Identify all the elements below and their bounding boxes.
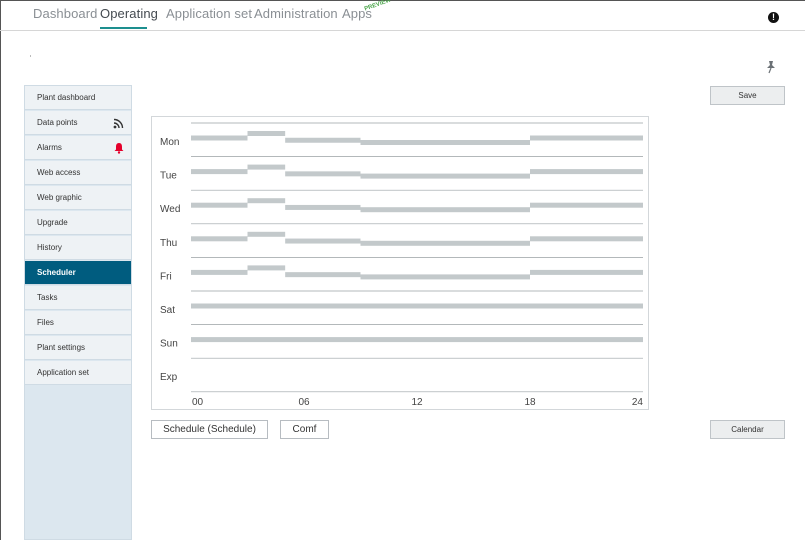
- schedule-bar: [530, 135, 643, 141]
- sidebar-item-upgrade[interactable]: Upgrade: [25, 211, 131, 235]
- pin-icon[interactable]: [765, 60, 777, 74]
- calendar-button[interactable]: Calendar: [710, 420, 785, 439]
- sidebar-item-web-access[interactable]: Web access: [25, 161, 131, 185]
- schedule-bar: [360, 207, 530, 213]
- sidebar: Plant dashboard Data points Alarms Web a…: [24, 85, 132, 540]
- schedule-bar: [191, 337, 643, 343]
- day-label: Wed: [160, 204, 180, 215]
- schedule-bar: [285, 204, 361, 210]
- sidebar-item-label: Tasks: [37, 293, 58, 302]
- x-tick-label: 24: [632, 397, 644, 408]
- schedule-chart-svg: Mon Tue Wed Thu Fri Sat Sun Exp 00 06 12 18 24: [160, 122, 644, 408]
- x-tick-label: 06: [298, 397, 310, 408]
- sidebar-item-label: Upgrade: [37, 218, 68, 227]
- sidebar-item-label: Files: [37, 318, 54, 327]
- sidebar-item-label: Scheduler: [37, 268, 76, 277]
- day-label: Thu: [160, 238, 177, 249]
- schedule-bar: [191, 269, 248, 275]
- schedule-bar: [191, 169, 248, 175]
- schedule-bar: [285, 137, 361, 143]
- sidebar-item-label: Web access: [37, 168, 81, 177]
- schedule-bar: [285, 171, 361, 177]
- schedule-bar: [360, 274, 530, 280]
- sidebar-item-label: Plant settings: [37, 343, 86, 352]
- schedule-bar: [191, 135, 248, 141]
- x-tick-label: 18: [524, 397, 536, 408]
- schedule-bar: [247, 231, 286, 237]
- sidebar-item-label: Data points: [37, 118, 78, 127]
- schedule-bar: [530, 236, 643, 242]
- schedule-bar: [247, 265, 286, 271]
- nav-dashboard[interactable]: Dashboard: [33, 6, 98, 21]
- nav-administration[interactable]: Administration: [254, 6, 338, 21]
- schedule-bar: [360, 140, 530, 145]
- schedule-bar: [191, 303, 643, 309]
- schedule-bar: [247, 198, 286, 204]
- sidebar-item-label: Plant dashboard: [37, 93, 96, 102]
- day-label: Sun: [160, 339, 178, 350]
- day-label: Fri: [160, 271, 172, 282]
- comf-button[interactable]: Comf: [280, 420, 329, 439]
- x-tick-label: 12: [411, 397, 423, 408]
- top-navigation: Dashboard Operating Application set Admi…: [0, 0, 805, 31]
- sidebar-item-alarms[interactable]: Alarms: [25, 136, 131, 160]
- sidebar-item-plant-dashboard[interactable]: Plant dashboard: [25, 86, 131, 110]
- sidebar-item-plant-settings[interactable]: Plant settings: [25, 336, 131, 360]
- schedule-bar: [530, 202, 643, 208]
- sidebar-item-label: Application set: [37, 368, 90, 377]
- sidebar-item-label: History: [37, 243, 62, 252]
- sidebar-item-tasks[interactable]: Tasks: [25, 286, 131, 310]
- schedule-bar: [285, 272, 361, 278]
- day-label: Mon: [160, 137, 179, 148]
- schedule-chart: Mon Tue Wed Thu Fri Sat Sun Exp 00 06 12 18 24: [151, 116, 649, 410]
- schedule-bar: [360, 240, 530, 246]
- schedule-select-button[interactable]: Schedule (Schedule): [151, 420, 268, 439]
- day-label: Tue: [160, 171, 177, 182]
- rss-icon: [113, 118, 124, 129]
- preview-badge: PREVIEW: [363, 0, 392, 13]
- schedule-bar: [360, 173, 530, 179]
- save-button[interactable]: Save: [710, 86, 785, 105]
- schedule-bar: [191, 236, 248, 242]
- sidebar-item-application-set[interactable]: Application set: [25, 361, 131, 385]
- schedule-bar: [530, 269, 643, 275]
- schedule-bar: [285, 238, 361, 244]
- nav-application-set[interactable]: Application set: [166, 6, 252, 21]
- day-label: Sat: [160, 305, 175, 316]
- sidebar-item-label: Alarms: [37, 143, 62, 152]
- nav-active-indicator: [100, 27, 147, 29]
- sidebar-item-history[interactable]: History: [25, 236, 131, 260]
- x-tick-label: 00: [192, 397, 204, 408]
- info-icon[interactable]: !: [768, 12, 779, 23]
- day-label: Exp: [160, 372, 178, 383]
- sidebar-item-files[interactable]: Files: [25, 311, 131, 335]
- sidebar-item-data-points[interactable]: Data points: [25, 111, 131, 135]
- sidebar-item-label: Web graphic: [37, 193, 82, 202]
- schedule-bar: [247, 131, 286, 136]
- schedule-bar: [530, 169, 643, 175]
- schedule-bar: [247, 164, 286, 170]
- schedule-bar: [191, 202, 248, 208]
- sidebar-item-web-graphic[interactable]: Web graphic: [25, 186, 131, 210]
- sidebar-item-scheduler[interactable]: Scheduler: [25, 261, 131, 285]
- bell-icon: [114, 143, 124, 154]
- page-marker: [30, 55, 31, 57]
- nav-operating[interactable]: Operating: [100, 6, 158, 21]
